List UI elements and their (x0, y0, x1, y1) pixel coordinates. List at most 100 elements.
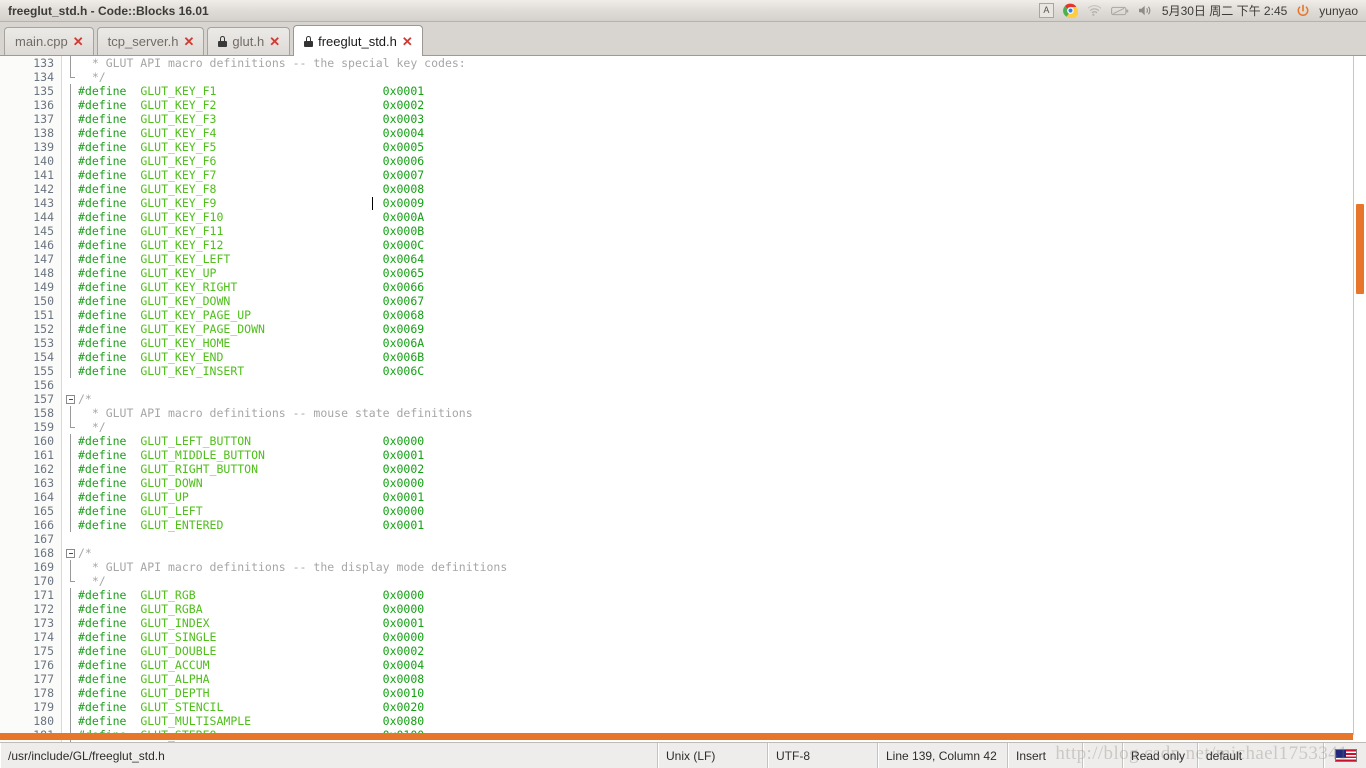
code-line-text: #define GLUT_KEY_INSERT 0x006C (78, 364, 424, 378)
fold-collapse-icon[interactable] (66, 549, 75, 558)
code-line[interactable]: 139 #define GLUT_KEY_F5 0x0005 (0, 140, 1366, 154)
vertical-scrollbar-thumb[interactable] (1356, 204, 1364, 294)
code-text-area[interactable]: 133 * GLUT API macro definitions -- the … (0, 56, 1366, 742)
fold-collapse-icon[interactable] (66, 395, 75, 404)
code-line-text: #define GLUT_ACCUM 0x0004 (78, 658, 424, 672)
code-line[interactable]: 138 #define GLUT_KEY_F4 0x0004 (0, 126, 1366, 140)
code-line[interactable]: 153 #define GLUT_KEY_HOME 0x006A (0, 336, 1366, 350)
code-line[interactable]: 150 #define GLUT_KEY_DOWN 0x0067 (0, 294, 1366, 308)
code-line[interactable]: 145 #define GLUT_KEY_F11 0x000B (0, 224, 1366, 238)
line-number: 155 (33, 364, 54, 378)
code-line[interactable]: 133 * GLUT API macro definitions -- the … (0, 56, 1366, 70)
horizontal-scrollbar-thumb[interactable] (0, 733, 1353, 740)
tab-close-icon[interactable]: ✕ (183, 35, 194, 48)
code-line[interactable]: 158 * GLUT API macro definitions -- mous… (0, 406, 1366, 420)
clock-indicator[interactable]: 5月30日 周二 下午 2:45 (1162, 2, 1287, 19)
code-line[interactable]: 146 #define GLUT_KEY_F12 0x000C (0, 238, 1366, 252)
code-line[interactable]: 177 #define GLUT_ALPHA 0x0008 (0, 672, 1366, 686)
code-line[interactable]: 148 #define GLUT_KEY_UP 0x0065 (0, 266, 1366, 280)
code-line[interactable]: 156 (0, 378, 1366, 392)
code-line[interactable]: 166 #define GLUT_ENTERED 0x0001 (0, 518, 1366, 532)
code-line-text: */ (78, 70, 106, 84)
fold-guide-line (70, 672, 71, 686)
code-line[interactable]: 140 #define GLUT_KEY_F6 0x0006 (0, 154, 1366, 168)
horizontal-scrollbar[interactable] (0, 733, 1353, 740)
code-line[interactable]: 157 /* (0, 392, 1366, 406)
code-line[interactable]: 167 (0, 532, 1366, 546)
status-language-flag[interactable] (1324, 743, 1366, 768)
power-icon[interactable] (1296, 4, 1310, 18)
code-token-num: 0x0001 (382, 84, 425, 98)
volume-icon[interactable] (1138, 4, 1153, 17)
fold-guide-line (70, 630, 71, 644)
editor-tab-main-cpp[interactable]: main.cpp ✕ (4, 27, 94, 55)
code-line[interactable]: 144 #define GLUT_KEY_F10 0x000A (0, 210, 1366, 224)
vertical-scrollbar[interactable] (1353, 56, 1366, 735)
editor-tab-tcp-server-h[interactable]: tcp_server.h ✕ (96, 27, 205, 55)
editor-tab-freeglut-std-h[interactable]: freeglut_std.h ✕ (293, 25, 423, 56)
chrome-icon[interactable] (1062, 3, 1078, 18)
code-token-num: 0x0065 (382, 266, 425, 280)
code-line[interactable]: 143 #define GLUT_KEY_F9 0x0009 (0, 196, 1366, 210)
code-line[interactable]: 172 #define GLUT_RGBA 0x0000 (0, 602, 1366, 616)
wifi-icon[interactable] (1087, 4, 1102, 17)
code-line[interactable]: 141 #define GLUT_KEY_F7 0x0007 (0, 168, 1366, 182)
code-line[interactable]: 168 /* (0, 546, 1366, 560)
code-line[interactable]: 170 */ (0, 574, 1366, 588)
code-token-kw: #define (78, 644, 141, 658)
tab-close-icon[interactable]: ✕ (402, 35, 413, 48)
keyboard-layout-icon[interactable]: A (1038, 3, 1054, 18)
tab-close-icon[interactable]: ✕ (73, 35, 84, 48)
code-line-text: #define GLUT_KEY_END 0x006B (78, 350, 424, 364)
code-line[interactable]: 178 #define GLUT_DEPTH 0x0010 (0, 686, 1366, 700)
code-line[interactable]: 169 * GLUT API macro definitions -- the … (0, 560, 1366, 574)
code-line[interactable]: 159 */ (0, 420, 1366, 434)
code-line[interactable]: 154 #define GLUT_KEY_END 0x006B (0, 350, 1366, 364)
code-line[interactable]: 151 #define GLUT_KEY_PAGE_UP 0x0068 (0, 308, 1366, 322)
code-line[interactable]: 179 #define GLUT_STENCIL 0x0020 (0, 700, 1366, 714)
code-token-kw: #define (78, 294, 141, 308)
editor-tab-glut-h[interactable]: glut.h ✕ (207, 27, 291, 55)
code-line[interactable]: 163 #define GLUT_DOWN 0x0000 (0, 476, 1366, 490)
line-number: 172 (33, 602, 54, 616)
code-line[interactable]: 165 #define GLUT_LEFT 0x0000 (0, 504, 1366, 518)
code-line[interactable]: 161 #define GLUT_MIDDLE_BUTTON 0x0001 (0, 448, 1366, 462)
code-line[interactable]: 162 #define GLUT_RIGHT_BUTTON 0x0002 (0, 462, 1366, 476)
code-editor[interactable]: 133 * GLUT API macro definitions -- the … (0, 56, 1366, 742)
code-token-cmt: /* (78, 546, 92, 560)
code-line[interactable]: 173 #define GLUT_INDEX 0x0001 (0, 616, 1366, 630)
code-token-num: 0x0000 (382, 630, 425, 644)
fold-guide-line (70, 196, 71, 210)
code-token-ident: GLUT_RIGHT_BUTTON (140, 462, 259, 476)
code-line[interactable]: 171 #define GLUT_RGB 0x0000 (0, 588, 1366, 602)
code-line[interactable]: 174 #define GLUT_SINGLE 0x0000 (0, 630, 1366, 644)
code-line[interactable]: 136 #define GLUT_KEY_F2 0x0002 (0, 98, 1366, 112)
code-line[interactable]: 180 #define GLUT_MULTISAMPLE 0x0080 (0, 714, 1366, 728)
code-line[interactable]: 147 #define GLUT_KEY_LEFT 0x0064 (0, 252, 1366, 266)
code-line[interactable]: 142 #define GLUT_KEY_F8 0x0008 (0, 182, 1366, 196)
code-line[interactable]: 160 #define GLUT_LEFT_BUTTON 0x0000 (0, 434, 1366, 448)
line-number: 154 (33, 350, 54, 364)
code-line[interactable]: 137 #define GLUT_KEY_F3 0x0003 (0, 112, 1366, 126)
code-line[interactable]: 164 #define GLUT_UP 0x0001 (0, 490, 1366, 504)
code-line[interactable]: 176 #define GLUT_ACCUM 0x0004 (0, 658, 1366, 672)
code-line[interactable]: 134 */ (0, 70, 1366, 84)
code-line[interactable]: 152 #define GLUT_KEY_PAGE_DOWN 0x0069 (0, 322, 1366, 336)
tab-close-icon[interactable]: ✕ (269, 35, 280, 48)
code-line[interactable]: 155 #define GLUT_KEY_INSERT 0x006C (0, 364, 1366, 378)
code-token-num: 0x000B (382, 224, 425, 238)
code-token-kw: #define (78, 238, 141, 252)
battery-icon[interactable] (1110, 5, 1129, 17)
code-token-kw: #define (78, 686, 141, 700)
line-number: 177 (33, 672, 54, 686)
session-user-menu[interactable]: yunyao (1319, 4, 1358, 18)
code-token-num: 0x0000 (382, 476, 425, 490)
code-line[interactable]: 135 #define GLUT_KEY_F1 0x0001 (0, 84, 1366, 98)
code-line[interactable]: 175 #define GLUT_DOUBLE 0x0002 (0, 644, 1366, 658)
code-line[interactable]: 149 #define GLUT_KEY_RIGHT 0x0066 (0, 280, 1366, 294)
